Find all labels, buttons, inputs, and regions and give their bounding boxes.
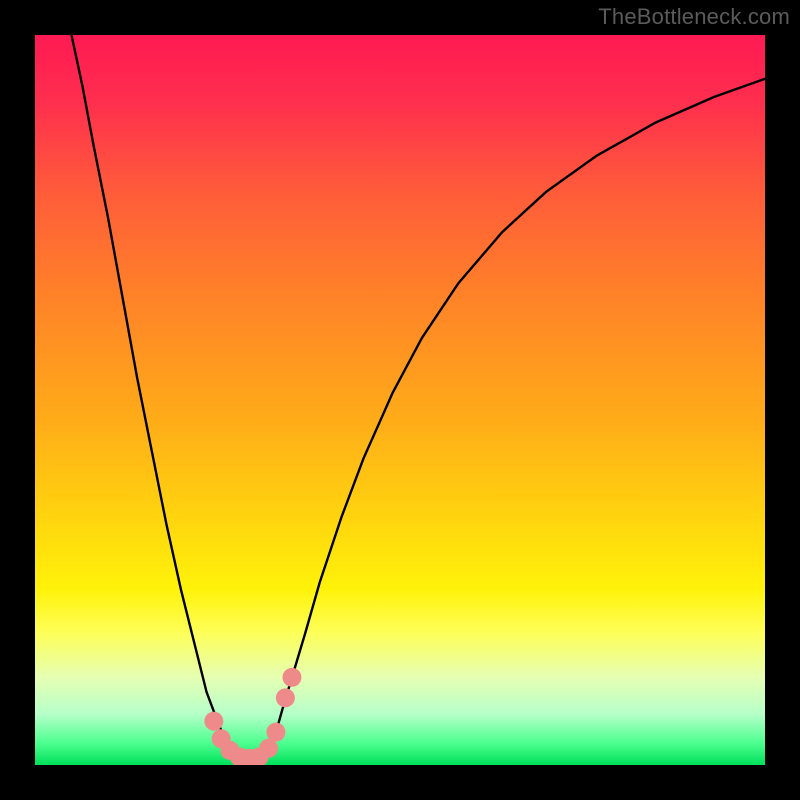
curve-marker <box>276 688 295 707</box>
chart-frame: TheBottleneck.com <box>0 0 800 800</box>
curve-marker <box>282 668 301 687</box>
watermark-text: TheBottleneck.com <box>598 4 790 30</box>
bottleneck-curve-chart <box>35 35 765 765</box>
curve-marker <box>266 723 285 742</box>
chart-background <box>35 35 765 765</box>
curve-marker <box>204 712 223 731</box>
chart-svg <box>35 35 765 765</box>
